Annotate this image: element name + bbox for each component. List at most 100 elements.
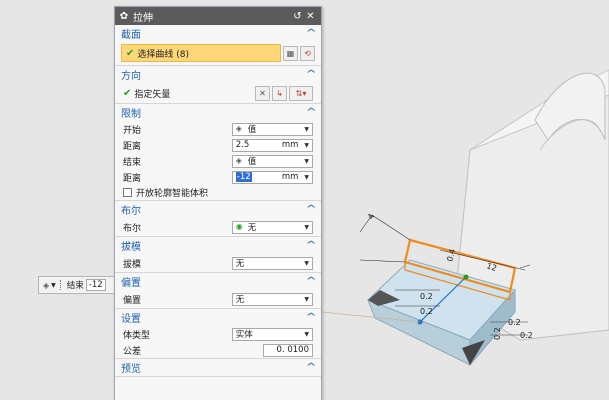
- section-settings-header[interactable]: 设置 ^: [115, 309, 321, 326]
- draft-label: 拔模: [123, 259, 142, 270]
- boolean-none-icon: ◉: [235, 222, 243, 231]
- section-preview: 预览 ^: [115, 359, 321, 377]
- section-offset-label: 偏置: [121, 278, 141, 289]
- chevron-down-icon[interactable]: ▼: [51, 282, 56, 289]
- section-direction: 方向 ^ ✔ 指定矢量 ✕ ↳ ⇅▾: [115, 66, 321, 104]
- end-select[interactable]: ◈ 值 ▼: [231, 154, 313, 168]
- chevron-up-icon[interactable]: ^: [305, 204, 316, 215]
- section-boolean-header[interactable]: 布尔 ^: [115, 201, 321, 218]
- dim-0.2-d: 0.2: [520, 331, 533, 340]
- section-limits-header[interactable]: 限制 ^: [115, 104, 321, 121]
- tolerance-input[interactable]: 0. 0100: [263, 343, 313, 357]
- checkmark-icon: ✔: [126, 47, 135, 59]
- start-distance-unit: mm: [281, 140, 299, 150]
- floatbar-value-input[interactable]: -12: [85, 279, 106, 291]
- cube-icon: ◈: [235, 156, 242, 165]
- close-icon[interactable]: ✕: [304, 11, 317, 22]
- start-select-value: 值: [247, 125, 257, 135]
- open-profile-label: 开放轮廓智能体积: [136, 189, 209, 199]
- start-select[interactable]: ◈ 值 ▼: [231, 122, 313, 136]
- reset-icon[interactable]: ↺: [291, 11, 304, 22]
- section-limits-label: 限制: [121, 109, 141, 120]
- end-distance-label: 距离: [123, 173, 142, 184]
- offset-label: 偏置: [123, 295, 142, 306]
- dim-0.2-b: 0.2: [420, 307, 433, 316]
- section-settings: 设置 ^ 体类型 实体 ▼ 公差 0. 0100: [115, 309, 321, 359]
- chevron-up-icon[interactable]: ^: [305, 276, 316, 287]
- cube-icon: ◈: [43, 280, 50, 290]
- offset-select-value: 无: [235, 295, 245, 305]
- specify-vector-label: 指定矢量: [134, 89, 171, 100]
- start-distance-value: 2.5: [235, 140, 250, 150]
- section-limits: 限制 ^ 开始 ◈ 值 ▼ 距离 2.5 mm ▼ 结束 ◈ 值 ▼ 距离 -1…: [115, 104, 321, 201]
- chevron-up-icon[interactable]: ^: [305, 28, 316, 39]
- section-profile-header[interactable]: 截面 ^: [115, 25, 321, 42]
- tolerance-label: 公差: [123, 346, 142, 357]
- dim-0.2-c: 0.2: [508, 318, 521, 327]
- section-boolean-label: 布尔: [121, 206, 141, 217]
- section-profile-label: 截面: [121, 30, 141, 41]
- reverse-direction-button[interactable]: ✕: [255, 85, 270, 101]
- section-offset-header[interactable]: 偏置 ^: [115, 273, 321, 290]
- sketch-section-button[interactable]: ▦: [283, 45, 298, 61]
- checkmark-icon: ✔: [123, 87, 132, 99]
- section-draft-label: 拔模: [121, 242, 141, 253]
- start-distance-label: 距离: [123, 141, 142, 152]
- cube-icon: ◈: [235, 124, 242, 133]
- chevron-down-icon: ▼: [304, 330, 309, 338]
- chevron-up-icon[interactable]: ^: [305, 69, 316, 80]
- body-type-select[interactable]: 实体 ▼: [231, 327, 313, 341]
- end-distance-unit: mm: [281, 172, 299, 182]
- vector-type-dropdown[interactable]: ⇅▾: [289, 85, 313, 101]
- curve-select-button[interactable]: ⟲: [300, 45, 315, 61]
- section-boolean: 布尔 ^ 布尔 ◉ 无 ▼: [115, 201, 321, 237]
- section-direction-header[interactable]: 方向 ^: [115, 66, 321, 83]
- chevron-down-icon: ▼: [304, 259, 309, 267]
- boolean-select-value: 无: [247, 223, 257, 233]
- gear-icon[interactable]: ✿: [119, 11, 129, 22]
- end-distance-input[interactable]: -12 mm ▼: [231, 170, 313, 184]
- dim-0.4: 0.4: [445, 248, 457, 263]
- chevron-down-icon: ▼: [304, 295, 309, 303]
- draft-select-value: 无: [235, 259, 245, 269]
- boolean-label: 布尔: [123, 223, 142, 234]
- grip-handle[interactable]: [59, 280, 63, 290]
- chevron-up-icon[interactable]: ^: [305, 312, 316, 323]
- section-offset: 偏置 ^ 偏置 无 ▼: [115, 273, 321, 309]
- vector-tip[interactable]: [463, 274, 469, 280]
- end-label: 结束: [123, 157, 142, 168]
- dialog-titlebar[interactable]: ✿ 拉伸 ↺ ✕: [115, 7, 321, 25]
- body-type-label: 体类型: [123, 330, 151, 341]
- draft-select[interactable]: 无 ▼: [231, 256, 313, 270]
- chevron-down-icon: ▼: [304, 141, 309, 149]
- chevron-down-icon: ▼: [304, 223, 309, 231]
- chevron-up-icon[interactable]: ^: [305, 107, 316, 118]
- boolean-select[interactable]: ◉ 无 ▼: [231, 220, 313, 234]
- end-distance-value: -12: [235, 172, 252, 182]
- chevron-up-icon[interactable]: ^: [305, 240, 316, 251]
- section-draft: 拔模 ^ 拔模 无 ▼: [115, 237, 321, 273]
- dialog-title: 拉伸: [133, 12, 153, 24]
- section-profile: 截面 ^ ✔ 选择曲线 (8) ▦ ⟲: [115, 25, 321, 66]
- vector-dialog-button[interactable]: ↳: [272, 85, 287, 101]
- chevron-down-icon: ▼: [304, 125, 309, 133]
- offset-select[interactable]: 无 ▼: [231, 292, 313, 306]
- section-direction-label: 方向: [121, 71, 141, 82]
- section-settings-label: 设置: [121, 314, 141, 325]
- dim-0.2-a: 0.2: [420, 292, 433, 301]
- dim-4: 4: [366, 212, 376, 221]
- chevron-down-icon: ▼: [304, 173, 309, 181]
- select-curve-field[interactable]: ✔ 选择曲线 (8): [121, 44, 281, 62]
- section-preview-header[interactable]: 预览 ^: [115, 359, 321, 376]
- start-distance-input[interactable]: 2.5 mm ▼: [231, 138, 313, 152]
- section-draft-header[interactable]: 拔模 ^: [115, 237, 321, 254]
- extrude-dialog: ✿ 拉伸 ↺ ✕ 截面 ^ ✔ 选择曲线 (8) ▦ ⟲ 方向 ^ ✔ 指定矢量: [114, 6, 322, 400]
- open-profile-checkbox[interactable]: [123, 188, 132, 197]
- section-preview-label: 预览: [121, 364, 141, 375]
- floatbar-label: 结束: [66, 281, 84, 291]
- chevron-up-icon[interactable]: ^: [305, 362, 316, 373]
- start-label: 开始: [123, 125, 142, 136]
- body-type-value: 实体: [235, 330, 253, 340]
- end-select-value: 值: [247, 157, 257, 167]
- end-distance-floatbar[interactable]: ◈ ▼ 结束 -12: [38, 276, 118, 294]
